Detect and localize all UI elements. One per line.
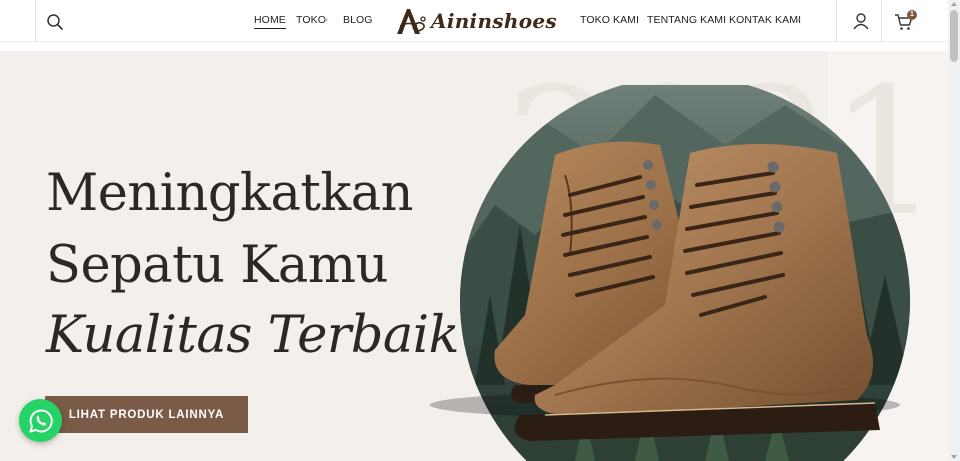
header-divider: [881, 0, 882, 42]
scroll-down-arrow-icon[interactable]: [951, 455, 957, 459]
whatsapp-icon: [28, 408, 53, 433]
hero-banner: 2021 Meningkatkan Sepatu Kamu Kualitas T…: [0, 51, 948, 461]
hero-headline-line-1: Meningkatkan: [46, 164, 414, 223]
toko-chevron-down-icon: [324, 19, 328, 22]
whatsapp-chat-button[interactable]: [19, 399, 62, 442]
page-scrollbar[interactable]: [948, 0, 960, 461]
view-more-products-button[interactable]: LIHAT PRODUK LAINNYA: [45, 396, 248, 433]
account-button[interactable]: [851, 11, 871, 31]
brand-logo[interactable]: Aininshoes: [395, 5, 557, 37]
brand-name: Aininshoes: [431, 9, 557, 33]
site-header: HOME TOKO BLOG Aininshoes TOKO KAMI TENT…: [0, 0, 948, 42]
kontak-chevron-down-icon: [796, 19, 800, 22]
hero-headline-line-3: Kualitas Terbaik: [46, 306, 460, 365]
hero-headline-line-2: Sepatu Kamu: [46, 236, 388, 295]
nav-tentang-kami[interactable]: TENTANG KAMI: [647, 14, 726, 26]
nav-home[interactable]: HOME: [254, 14, 286, 29]
scroll-up-arrow-icon[interactable]: [951, 2, 957, 6]
user-icon: [853, 13, 869, 30]
nav-blog[interactable]: BLOG: [343, 14, 373, 26]
logo-mark-icon: [397, 9, 426, 34]
cart-count-badge: 1: [907, 10, 917, 20]
scrollbar-thumb[interactable]: [950, 10, 958, 62]
nav-toko-kami[interactable]: TOKO KAMI: [580, 14, 639, 26]
hero-boots-image: [430, 85, 910, 461]
header-divider: [35, 0, 36, 42]
nav-kontak-kami[interactable]: KONTAK KAMI: [729, 14, 801, 26]
nav-toko[interactable]: TOKO: [296, 14, 326, 26]
header-divider: [836, 0, 837, 42]
cart-button[interactable]: 1: [894, 10, 918, 32]
search-button[interactable]: [44, 11, 66, 33]
search-icon: [47, 14, 63, 30]
